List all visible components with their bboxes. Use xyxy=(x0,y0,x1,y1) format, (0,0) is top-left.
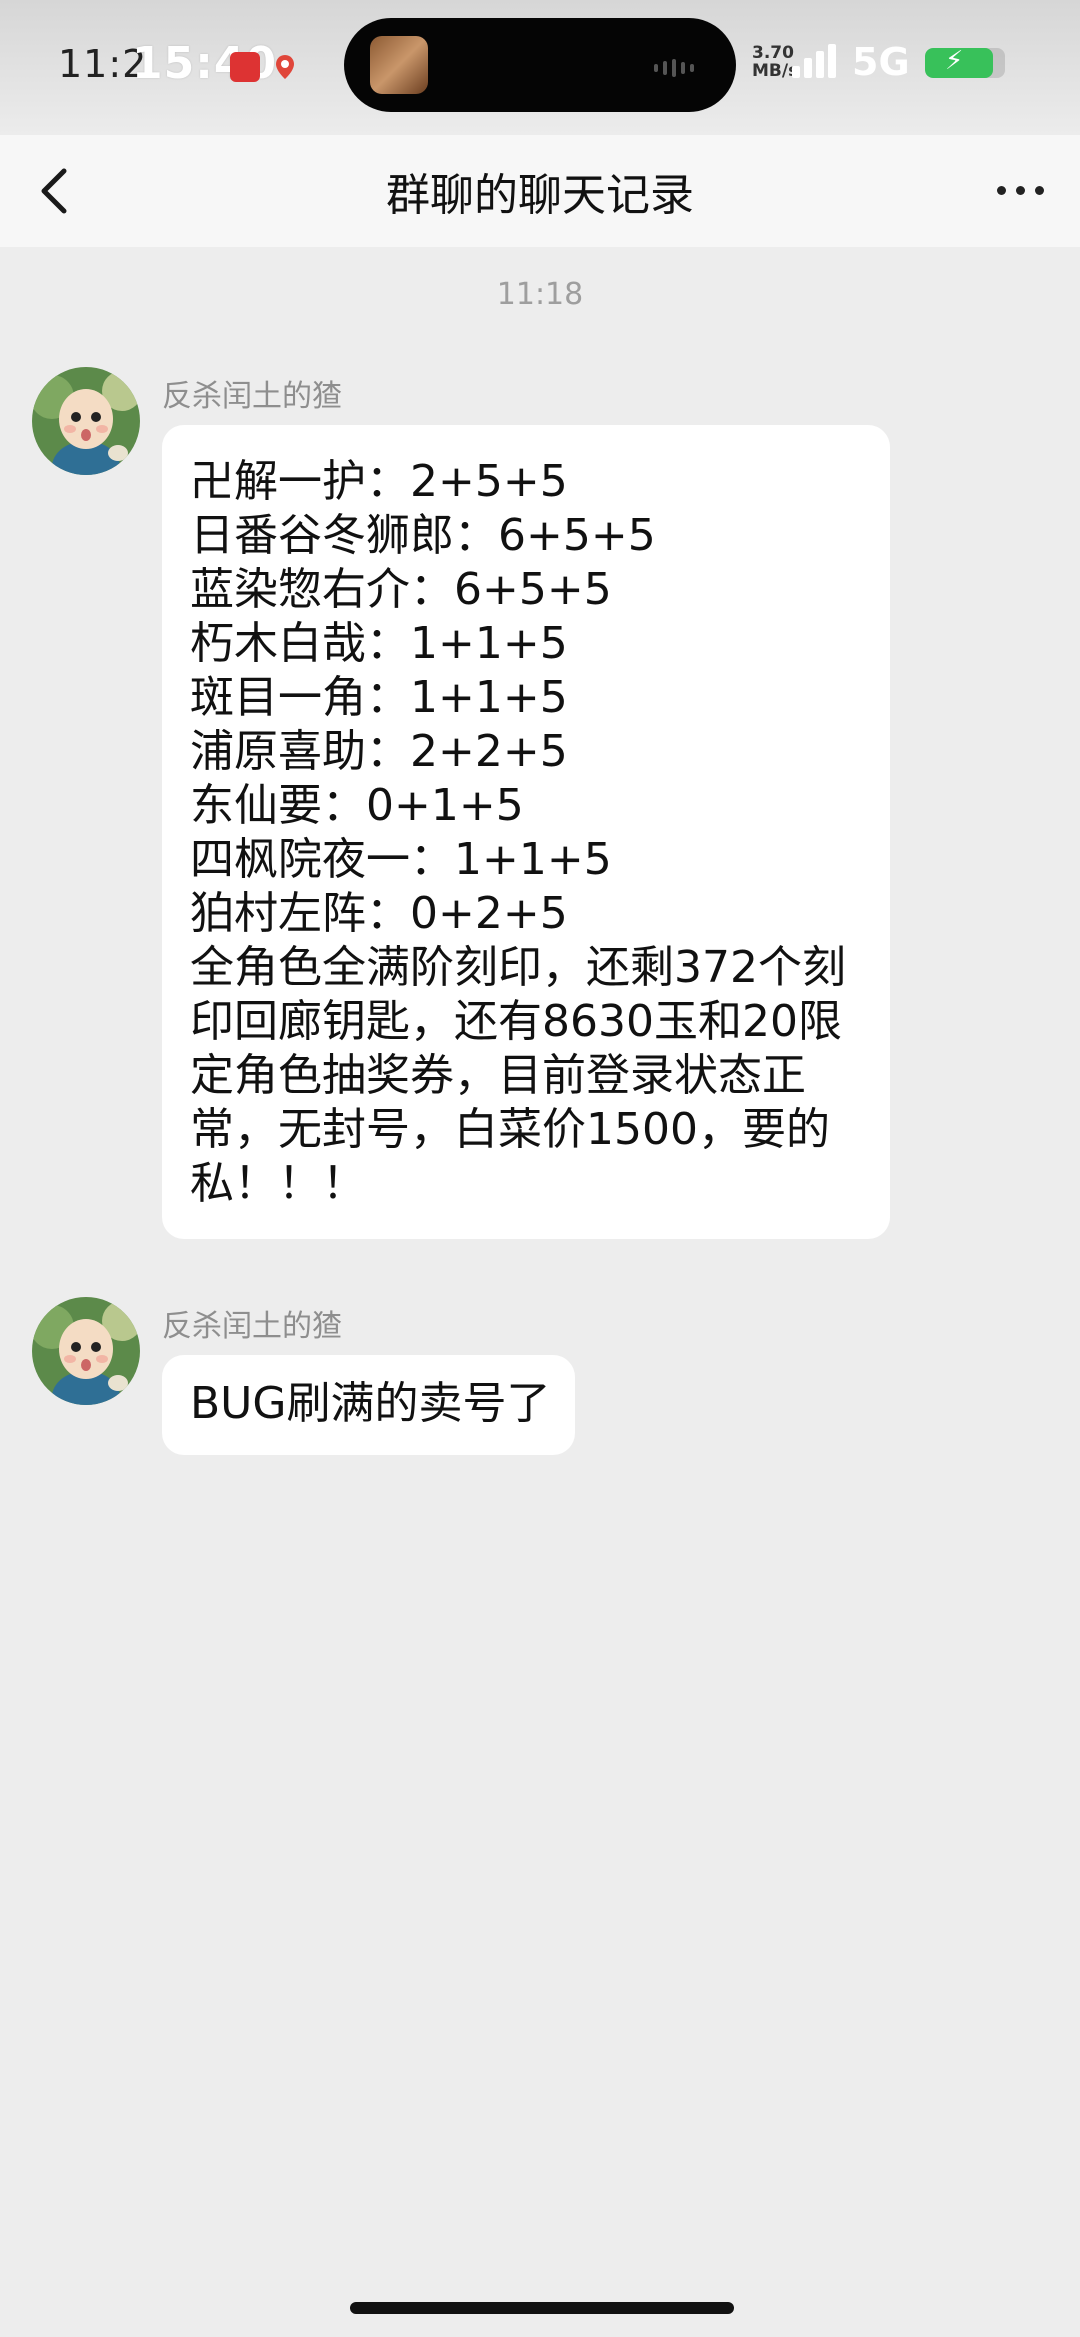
status-bar: 11:2 15:40 3.70 MB/s 5G ⚡ xyxy=(0,0,1080,135)
battery-icon: ⚡ xyxy=(925,48,1005,78)
home-indicator[interactable] xyxy=(350,2302,734,2314)
avatar[interactable] xyxy=(32,1297,140,1405)
ellipsis-dot xyxy=(1034,185,1044,195)
dynamic-island[interactable] xyxy=(344,18,736,112)
message-bubble[interactable]: BUG刷满的卖号了 xyxy=(162,1355,575,1455)
sender-name: 反杀闰土的猹 xyxy=(162,379,342,414)
ellipsis-dot xyxy=(1015,185,1025,195)
network-type: 5G xyxy=(852,40,910,84)
page-title: 群聊的聊天记录 xyxy=(386,170,694,221)
message-timestamp: 11:18 xyxy=(496,277,584,312)
audio-waveform-icon xyxy=(654,59,694,77)
message-bubble[interactable]: 卍解一护：2+5+5 日番谷冬狮郎：6+5+5 蓝染惣右介：6+5+5 朽木白哉… xyxy=(162,425,890,1239)
more-options-button[interactable] xyxy=(990,165,1050,215)
navigation-bar: 群聊的聊天记录 xyxy=(0,135,1080,247)
location-pin-icon xyxy=(270,52,300,82)
cartoon-child-avatar-icon xyxy=(32,1297,140,1405)
chat-history[interactable]: 11:18 反杀闰土的猹 卍解一护：2+5+5 日番谷冬狮郎：6+5+5 蓝染惣… xyxy=(0,247,1080,2337)
charging-bolt-icon: ⚡ xyxy=(945,48,964,76)
avatar[interactable] xyxy=(32,367,140,475)
ellipsis-dot xyxy=(996,185,1006,195)
sender-name: 反杀闰土的猹 xyxy=(162,1309,342,1344)
cartoon-child-avatar-icon xyxy=(32,367,140,475)
media-thumbnail xyxy=(370,36,428,94)
cellular-signal-icon xyxy=(792,44,836,78)
notification-app-icon xyxy=(230,52,260,82)
